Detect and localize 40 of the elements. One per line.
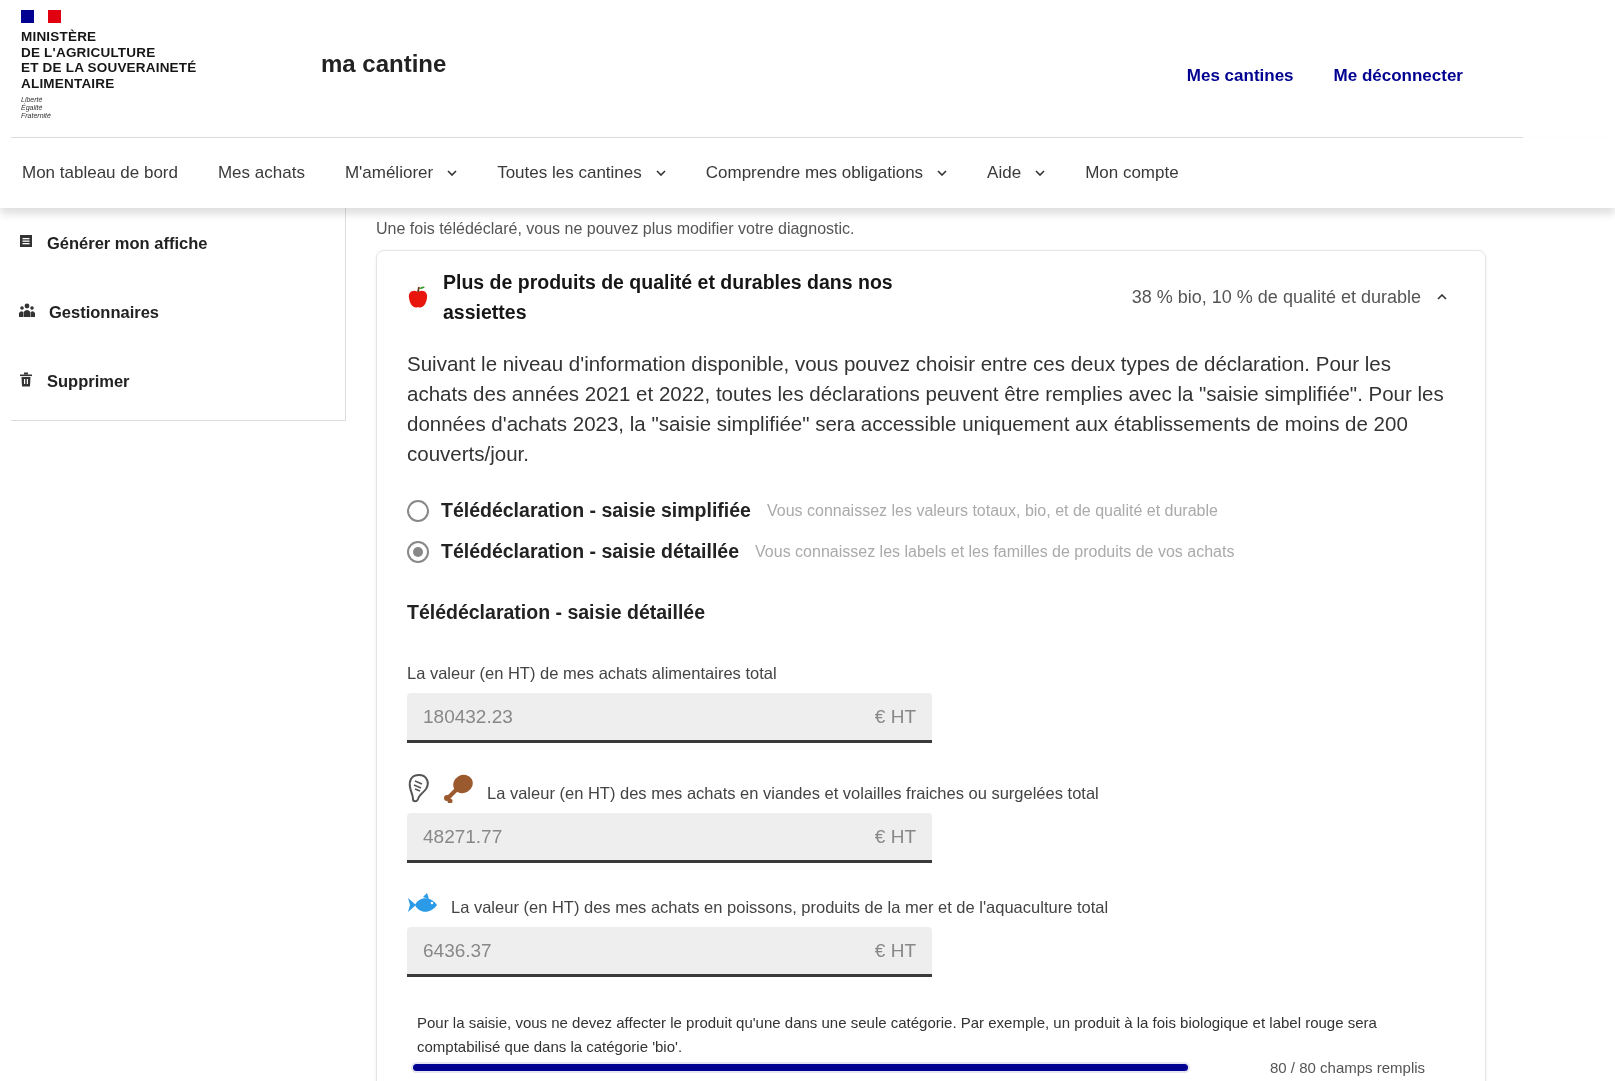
nav-item[interactable]: Mes achats xyxy=(217,162,345,184)
radio-button[interactable] xyxy=(407,499,429,522)
document-icon xyxy=(19,234,33,248)
summary-text: 38 % bio, 10 % de qualité et durable xyxy=(1131,286,1421,308)
progress-reading: 80 / 80 champs remplis xyxy=(1270,1059,1426,1076)
sidebar-item[interactable]: Générer mon affiche xyxy=(11,226,345,295)
drumstick-icon xyxy=(443,773,475,803)
radio-label[interactable]: Télédéclaration - saisie détaillée xyxy=(441,540,740,563)
field-label: La valeur (en HT) des mes achats en poissons, produits de la mer et de l'aquaculture total xyxy=(451,898,1109,917)
nav-item[interactable]: Aide xyxy=(987,162,1086,184)
sidebar-item[interactable]: Gestionnaires xyxy=(11,295,345,364)
radio-hint: Vous connaissez les labels et les familles de produits de vos achats xyxy=(755,542,1235,561)
ministry-logo-text: MINISTÈRE DE L'AGRICULTURE ET DE LA SOUVERAINETÉ ALIMENTAIRE xyxy=(21,29,198,91)
nav-item[interactable]: Comprendre mes obligations xyxy=(705,162,988,184)
header-link[interactable]: Me déconnecter xyxy=(1333,66,1463,86)
site-title[interactable]: ma cantine xyxy=(321,50,447,78)
trash-icon xyxy=(19,372,33,387)
header-link[interactable]: Mes cantines xyxy=(1186,66,1294,86)
people-icon xyxy=(19,303,35,317)
nav-item[interactable]: M'améliorer xyxy=(344,162,498,184)
section-heading: Télédéclaration - saisie détaillée xyxy=(407,601,707,624)
radio-label[interactable]: Télédéclaration - saisie simplifiée xyxy=(441,499,751,522)
field-label: La valeur (en HT) de mes achats alimentaires total xyxy=(407,664,777,683)
radio-button[interactable] xyxy=(407,540,429,563)
unit-text: € HT xyxy=(874,825,916,848)
accordion-title[interactable]: Plus de produits de qualité et durables dans nos assiettes xyxy=(443,267,943,327)
nav-item[interactable]: Mon tableau de bord xyxy=(22,162,218,184)
nav-item[interactable]: Toutes les cantines xyxy=(497,162,706,184)
intro-paragraph: Suivant le niveau d'information disponible, vous pouvez choisir entre ces deux types de déclaration. Pour les achats des années 2021 et 2022, toutes les déclarations peuvent être remplies avec la "saisie simplifiée". Pour les données d'achats 2023, la "saisie simplifiée" sera accessible uniquement aux établissements de moins de 200 couverts/jour. xyxy=(407,351,1445,467)
unit-text: € HT xyxy=(874,939,916,962)
notice-text: Une fois télédéclaré, vous ne pouvez plus modifier votre diagnostic. xyxy=(376,220,856,238)
unit-text: € HT xyxy=(874,705,916,728)
radio-hint: Vous connaissez les valeurs totaux, bio, et de qualité et durable xyxy=(766,501,1218,520)
field-label: La valeur (en HT) des mes achats en viandes et volailles fraiches ou surgelées total xyxy=(487,784,1099,803)
steak-icon xyxy=(407,773,431,803)
sidebar-item[interactable]: Supprimer xyxy=(11,364,345,433)
apple-icon xyxy=(407,285,429,309)
flag-icon xyxy=(21,10,61,23)
footnote-text: Pour la saisie, vous ne devez affecter le produit qu'une dans une seule catégorie. Par exemple, un produit à la fois biologique et label rouge sera comptabilisé que dans la catégorie 'bio'. xyxy=(416,1013,1378,1057)
nav-item[interactable]: Mon compte xyxy=(1085,162,1219,184)
